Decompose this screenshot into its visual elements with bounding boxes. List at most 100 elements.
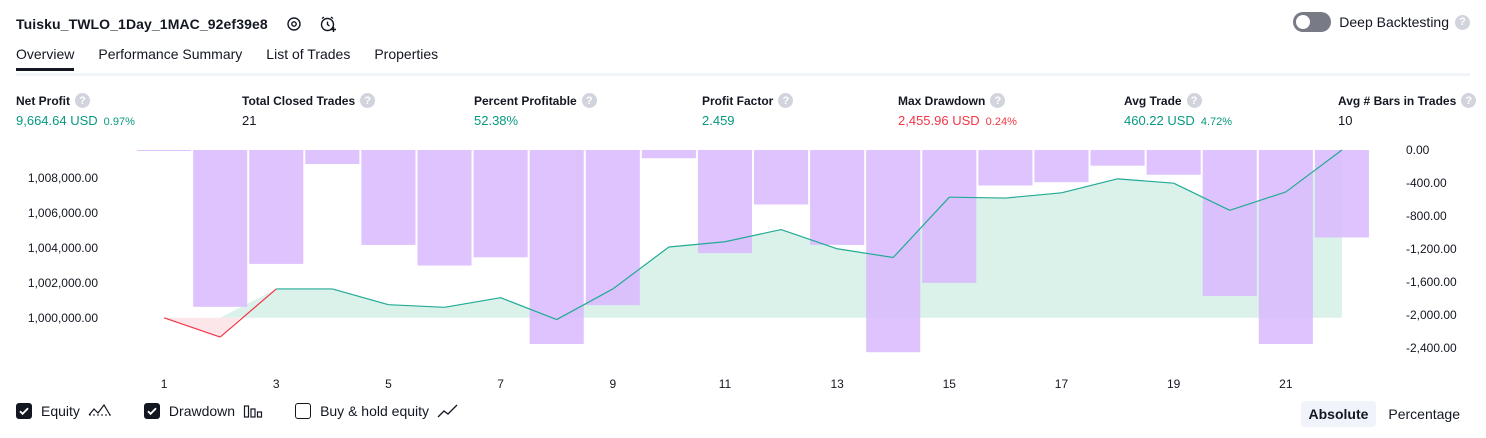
tab-list-of-trades[interactable]: List of Trades bbox=[266, 46, 350, 71]
help-icon[interactable]: ? bbox=[75, 93, 90, 108]
drawdown-bar bbox=[361, 150, 416, 245]
equity-drawdown-chart: 1,000,000.00 1,002,000.00 1,004,000.00 1,00… bbox=[28, 143, 1457, 391]
drawdown-bar bbox=[641, 150, 696, 159]
metric-label: Percent Profitable bbox=[474, 93, 577, 108]
left-axis-tick-label: 1,000,000.00 bbox=[28, 311, 98, 325]
x-axis-tick-label: 3 bbox=[273, 377, 280, 391]
metric-label: Avg # Bars in Trades bbox=[1338, 93, 1457, 108]
help-icon[interactable]: ? bbox=[778, 93, 794, 108]
right-axis-tick-label: -2,000.00 bbox=[1406, 308, 1457, 322]
right-axis-tick-label: -1,600.00 bbox=[1406, 275, 1457, 289]
metric-percent: 4.72% bbox=[1200, 116, 1233, 128]
help-icon[interactable]: ? bbox=[1461, 93, 1477, 108]
add-alert-clock-icon[interactable] bbox=[316, 12, 340, 36]
x-axis-tick-label: 21 bbox=[1279, 377, 1293, 391]
right-axis-tick-label: 0.00 bbox=[1406, 143, 1430, 157]
x-axis-tick-label: 13 bbox=[830, 377, 844, 391]
x-axis-tick-label: 17 bbox=[1055, 377, 1069, 391]
metric-avg-bars-in-trades: Avg # Bars in Trades? 10 bbox=[1338, 93, 1477, 128]
drawdown-bar bbox=[754, 150, 809, 205]
metric-value: 10 bbox=[1338, 113, 1353, 128]
drawdown-checkbox-label: Drawdown bbox=[168, 403, 236, 419]
x-axis-tick-label: 5 bbox=[385, 377, 392, 391]
metric-value: 2.459 bbox=[702, 113, 735, 128]
x-axis-tick-label: 15 bbox=[943, 377, 957, 391]
metric-percent: 0.24% bbox=[985, 116, 1017, 128]
value-mode-toggle: Absolute Percentage bbox=[1297, 401, 1469, 427]
tab-overview[interactable]: Overview bbox=[16, 46, 75, 71]
metric-percent-profitable: Percent Profitable? 52.38% bbox=[474, 93, 597, 128]
x-axis-tick-label: 1 bbox=[161, 377, 168, 391]
deep-backtesting-label: Deep Backtesting bbox=[1339, 14, 1449, 30]
right-axis-tick-label: -800.00 bbox=[1406, 209, 1447, 223]
drawdown-bar bbox=[193, 150, 248, 307]
help-icon[interactable]: ? bbox=[581, 93, 597, 108]
help-icon[interactable]: ? bbox=[1455, 14, 1470, 30]
equity-loss-fill bbox=[164, 317, 240, 338]
left-axis-tick-label: 1,008,000.00 bbox=[28, 171, 98, 185]
right-axis-tick-label: -2,400.00 bbox=[1406, 341, 1457, 355]
metric-profit-factor: Profit Factor? 2.459 bbox=[702, 93, 794, 128]
equity-line-icon bbox=[88, 403, 112, 419]
metric-label: Total Closed Trades bbox=[242, 93, 356, 108]
drawdown-bar bbox=[1146, 150, 1201, 175]
drawdown-bar bbox=[1258, 150, 1313, 344]
checkbox-checked-icon bbox=[143, 403, 160, 419]
metric-value: 9,664.64 USD bbox=[16, 113, 98, 128]
left-axis-tick-label: 1,004,000.00 bbox=[28, 241, 98, 255]
tab-properties[interactable]: Properties bbox=[374, 46, 438, 71]
strategy-title: Tuisku_TWLO_1Day_1MAC_92ef39e8 bbox=[16, 16, 268, 32]
drawdown-bar bbox=[137, 150, 192, 151]
left-axis-tick-label: 1,002,000.00 bbox=[28, 276, 98, 290]
x-axis-tick-label: 19 bbox=[1167, 377, 1181, 391]
drawdown-bar bbox=[1034, 150, 1089, 183]
buy-hold-checkbox-label: Buy & hold equity bbox=[320, 403, 430, 419]
metric-value: 21 bbox=[242, 113, 257, 128]
drawdown-bar bbox=[810, 150, 865, 245]
chart-legend: Equity Drawdown Buy & hold equity bbox=[16, 403, 493, 419]
absolute-mode-button[interactable]: Absolute bbox=[1300, 401, 1377, 427]
buy-hold-checkbox[interactable]: Buy & hold equity bbox=[295, 403, 461, 419]
drawdown-bars-icon bbox=[243, 403, 263, 419]
x-axis-tick-label: 7 bbox=[497, 377, 504, 391]
x-axis-tick-label: 9 bbox=[609, 377, 616, 391]
checkbox-unchecked-icon bbox=[295, 403, 312, 419]
left-axis-tick-label: 1,006,000.00 bbox=[28, 206, 98, 220]
tab-performance-summary[interactable]: Performance Summary bbox=[98, 46, 242, 71]
drawdown-bar bbox=[529, 150, 584, 344]
drawdown-bar bbox=[305, 150, 360, 165]
right-axis-tick-label: -1,200.00 bbox=[1406, 242, 1457, 256]
x-axis-tick-label: 11 bbox=[719, 377, 732, 391]
tab-divider bbox=[16, 73, 1470, 76]
metric-total-closed-trades: Total Closed Trades? 21 bbox=[242, 93, 376, 128]
metric-value: 2,455.96 USD bbox=[898, 113, 980, 128]
help-icon[interactable]: ? bbox=[990, 93, 1006, 108]
drawdown-bar bbox=[249, 150, 304, 264]
metric-net-profit: Net Profit? 9,664.64 USD 0.97% bbox=[16, 93, 135, 128]
deep-backtesting: Deep Backtesting ? bbox=[1293, 12, 1470, 32]
deep-backtesting-toggle[interactable] bbox=[1293, 12, 1332, 32]
buy-hold-line-icon bbox=[437, 403, 461, 419]
tab-bar: Overview Performance Summary List of Tra… bbox=[16, 46, 462, 71]
drawdown-bar bbox=[866, 150, 921, 353]
drawdown-bar bbox=[1090, 150, 1145, 166]
drawdown-bar bbox=[473, 150, 528, 258]
percentage-mode-button[interactable]: Percentage bbox=[1380, 401, 1468, 427]
drawdown-bar bbox=[978, 150, 1033, 186]
strategy-header: Tuisku_TWLO_1Day_1MAC_92ef39e8 bbox=[16, 10, 340, 38]
drawdown-bar bbox=[1314, 150, 1369, 238]
right-axis-tick-label: -400.00 bbox=[1406, 176, 1447, 190]
equity-checkbox[interactable]: Equity bbox=[16, 403, 112, 419]
metric-max-drawdown: Max Drawdown? 2,455.96 USD 0.24% bbox=[898, 93, 1017, 128]
settings-gear-icon[interactable] bbox=[282, 12, 306, 36]
drawdown-checkbox[interactable]: Drawdown bbox=[143, 403, 263, 419]
metric-value: 460.22 USD bbox=[1124, 113, 1195, 128]
checkbox-checked-icon bbox=[16, 403, 32, 419]
help-icon[interactable]: ? bbox=[360, 93, 376, 108]
equity-checkbox-label: Equity bbox=[41, 403, 80, 419]
metric-label: Avg Trade bbox=[1124, 93, 1182, 108]
help-icon[interactable]: ? bbox=[1186, 93, 1202, 108]
metric-percent: 0.97% bbox=[103, 116, 135, 128]
metric-label: Max Drawdown bbox=[898, 93, 986, 108]
drawdown-bar bbox=[585, 150, 640, 306]
